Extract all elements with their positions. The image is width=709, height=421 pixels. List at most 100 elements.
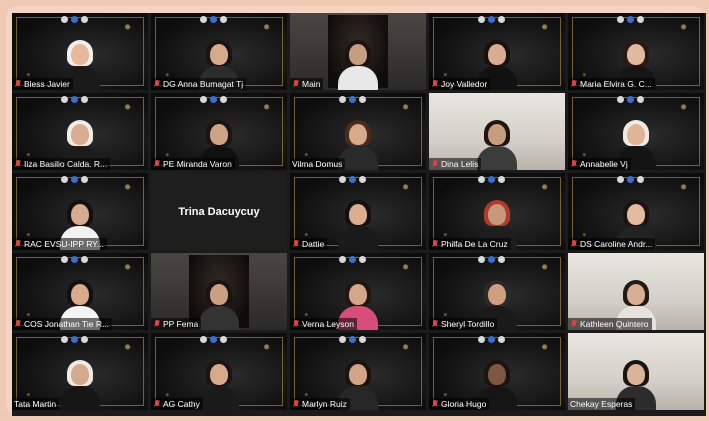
rotary-logo-icon [358, 256, 366, 263]
participant-tile[interactable]: Dina Lelis [429, 93, 565, 170]
participant-tile[interactable]: PE Miranda Varon [151, 93, 287, 170]
participant-name: Main [302, 79, 321, 89]
event-logos [199, 16, 227, 23]
rotary-logo-icon [477, 176, 485, 183]
participant-tile[interactable]: Iiza Basilio Calda. R... [12, 93, 148, 170]
participant-tile[interactable]: Kathleen Quintero [568, 253, 704, 330]
microphone-muted-icon [292, 400, 300, 408]
participant-name: DG Anna Bumagat Tj [163, 79, 244, 89]
rotary-logo-icon [616, 176, 624, 183]
participant-name: Marlyn Ruiz [302, 399, 347, 409]
participant-video [477, 118, 517, 170]
rotary-logo-icon [497, 256, 505, 263]
microphone-muted-icon [570, 320, 578, 328]
participant-tile[interactable]: PP Fema [151, 253, 287, 330]
microphone-muted-icon [570, 160, 578, 168]
participant-name: Annabelle Vj [580, 159, 628, 169]
rotary-logo-icon [626, 16, 634, 23]
event-logos [477, 256, 505, 263]
rotary-logo-icon [626, 176, 634, 183]
event-logos [199, 336, 227, 343]
rotary-logo-icon [477, 256, 485, 263]
participant-tile[interactable]: Gloria Hugo [429, 333, 565, 410]
rotary-logo-icon [338, 256, 346, 263]
rotary-logo-icon [487, 256, 495, 263]
participant-name-bar: Bless Javier [12, 78, 73, 90]
participant-tile[interactable]: Dattie [290, 173, 426, 250]
microphone-muted-icon [292, 240, 300, 248]
participant-tile[interactable]: RAC EVSU-IPP RY... [12, 173, 148, 250]
participant-tile[interactable]: Chekay Esperas [568, 333, 704, 410]
participant-name-bar: Main [290, 78, 324, 90]
participant-name-bar: Iiza Basilio Calda. R... [12, 158, 111, 170]
participant-name-bar: COS Jonathan Tie R... [12, 318, 113, 330]
rotary-logo-icon [209, 96, 217, 103]
event-logos [338, 176, 366, 183]
microphone-muted-icon [570, 240, 578, 248]
participant-tile[interactable]: Trina Dacuycuy [151, 173, 287, 250]
participant-tile[interactable]: AG Cathy [151, 333, 287, 410]
participant-name: COS Jonathan Tie R... [24, 319, 110, 329]
participant-tile[interactable]: DG Anna Bumagat Tj [151, 13, 287, 90]
participant-name-bar: Philfa De La Cruz [429, 238, 511, 250]
participant-name-bar: Chekay Esperas [568, 398, 636, 410]
rotary-logo-icon [477, 336, 485, 343]
rotary-logo-icon [80, 16, 88, 23]
rotary-logo-icon [487, 336, 495, 343]
microphone-muted-icon [431, 160, 439, 168]
rotary-logo-icon [616, 96, 624, 103]
rotary-logo-icon [626, 96, 634, 103]
participant-name-bar: Vilma Domus [290, 158, 346, 170]
event-logos [616, 16, 644, 23]
rotary-logo-icon [348, 176, 356, 183]
rotary-logo-icon [209, 336, 217, 343]
participant-tile[interactable]: Tata Martin [12, 333, 148, 410]
participant-tile[interactable]: Bless Javier [12, 13, 148, 90]
event-logos [477, 336, 505, 343]
microphone-muted-icon [431, 320, 439, 328]
rotary-logo-icon [477, 16, 485, 23]
microphone-muted-icon [153, 400, 161, 408]
microphone-muted-icon [292, 320, 300, 328]
rotary-logo-icon [80, 336, 88, 343]
participant-name-bar: DS Caroline Andr... [568, 238, 656, 250]
rotary-logo-icon [199, 16, 207, 23]
participant-tile[interactable]: Main [290, 13, 426, 90]
rotary-logo-icon [60, 96, 68, 103]
participant-tile[interactable]: Joy Valledor [429, 13, 565, 90]
microphone-muted-icon [14, 80, 22, 88]
rotary-logo-icon [497, 16, 505, 23]
rotary-logo-icon [358, 336, 366, 343]
rotary-logo-icon [199, 96, 207, 103]
rotary-logo-icon [358, 176, 366, 183]
rotary-logo-icon [348, 256, 356, 263]
event-logos [338, 96, 366, 103]
participant-name: Maria Elvira G. C... [580, 79, 652, 89]
microphone-muted-icon [14, 160, 22, 168]
participant-name: AG Cathy [163, 399, 200, 409]
participant-name: Verna Leyson [302, 319, 354, 329]
participant-name: Bless Javier [24, 79, 70, 89]
microphone-muted-icon [431, 400, 439, 408]
rotary-logo-icon [80, 96, 88, 103]
rotary-logo-icon [219, 96, 227, 103]
participant-tile[interactable]: DS Caroline Andr... [568, 173, 704, 250]
participant-tile[interactable]: Marlyn Ruiz [290, 333, 426, 410]
participant-tile[interactable]: Philfa De La Cruz [429, 173, 565, 250]
rotary-logo-icon [60, 176, 68, 183]
participant-tile[interactable]: Sheryl Tordillo [429, 253, 565, 330]
rotary-logo-icon [497, 176, 505, 183]
rotary-logo-icon [358, 96, 366, 103]
participant-tile[interactable]: Vilma Domus [290, 93, 426, 170]
participant-name-bar: AG Cathy [151, 398, 203, 410]
rotary-logo-icon [487, 16, 495, 23]
participant-name-bar: PE Miranda Varon [151, 158, 235, 170]
rotary-logo-icon [636, 96, 644, 103]
participant-tile[interactable]: Annabelle Vj [568, 93, 704, 170]
participant-name-bar: Dina Lelis [429, 158, 482, 170]
participant-tile[interactable]: Maria Elvira G. C... [568, 13, 704, 90]
participant-tile[interactable]: Verna Leyson [290, 253, 426, 330]
participant-name-bar: Verna Leyson [290, 318, 357, 330]
rotary-logo-icon [199, 336, 207, 343]
participant-tile[interactable]: COS Jonathan Tie R... [12, 253, 148, 330]
